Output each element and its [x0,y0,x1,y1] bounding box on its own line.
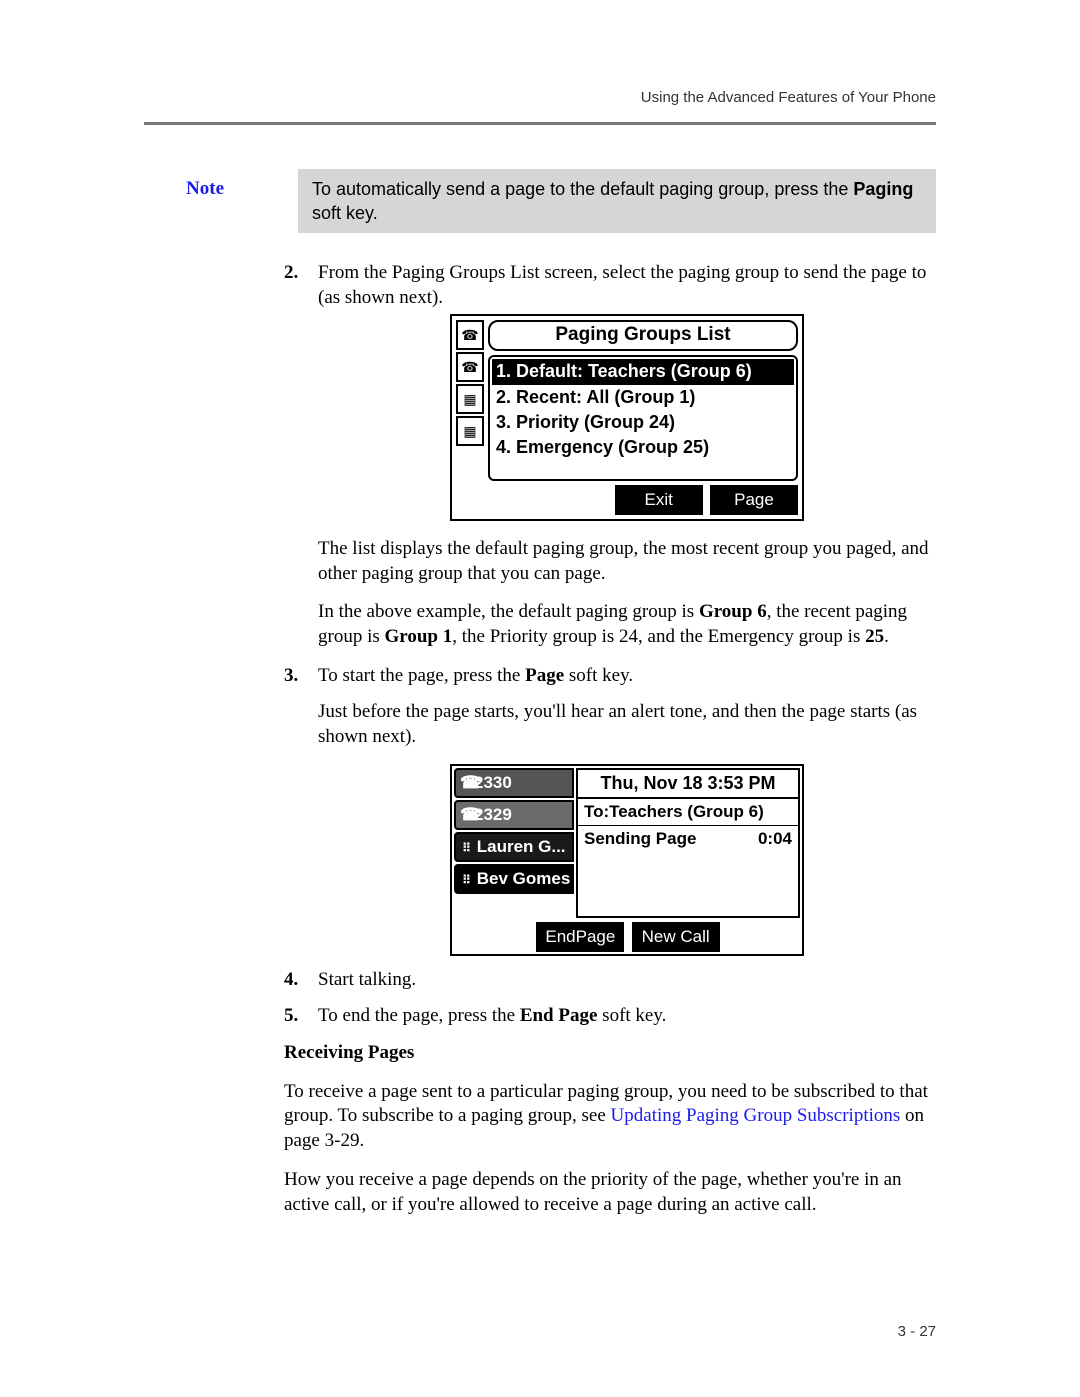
line-tab[interactable]: ☎2329 [454,800,574,830]
note-callout: Note To automatically send a page to the… [224,169,936,234]
screen1-title: Paging Groups List [488,320,798,351]
sending-row: Sending Page 0:04 [578,825,798,850]
clock-bar: Thu, Nov 18 3:53 PM [578,770,798,799]
softkey-endpage[interactable]: EndPage [536,922,624,952]
text-bold: End Page [520,1005,598,1026]
phone-status-icon: ☎ [456,352,484,382]
softkey-page[interactable]: Page [710,485,798,515]
page-number: 3 - 27 [898,1322,936,1342]
elapsed-time: 0:04 [758,828,792,850]
step-number: 3. [284,664,298,689]
list-item[interactable]: 4. Emergency (Group 25) [492,435,794,460]
softkey-newcall[interactable]: New Call [632,922,720,952]
step-5: 5. To end the page, press the End Page s… [284,1004,936,1029]
to-line: To:Teachers (Group 6) [578,799,798,825]
paragraph: In the above example, the default paging… [318,600,936,649]
tab-label: Bev Gomes [477,869,571,888]
document-page: Using the Advanced Features of Your Phon… [0,0,1080,1397]
line-tab[interactable]: ⠿ Lauren G... [454,832,574,862]
text: To start the page, press the [318,665,525,686]
text-bold: Page [525,665,564,686]
note-body: To automatically send a page to the defa… [298,169,936,234]
step-4: 4. Start talking. [284,968,936,993]
phone-screen-sending-page: ☎2330 ☎2329 ⠿ Lauren G... ⠿ Bev Gomes Th… [450,764,804,956]
note-text-post: soft key. [312,203,378,223]
text: soft key. [564,665,633,686]
tab-label: 2330 [474,773,512,792]
subheading-receiving-pages: Receiving Pages [284,1041,936,1066]
phone-screen-paging-groups: ☎ ☎ ▦ ▦ Paging Groups List 1. Default: T… [450,314,804,520]
paragraph: Just before the page starts, you'll hear… [318,700,936,749]
grid-icon: ⠿ [460,841,472,857]
step-3: 3. To start the page, press the Page sof… [284,664,936,956]
paragraph: How you receive a page depends on the pr… [284,1168,936,1217]
grid-icon: ⠿ [460,873,472,889]
text-bold: Group 6 [699,601,767,622]
sending-label: Sending Page [584,828,696,850]
header-rule [144,122,936,125]
running-header: Using the Advanced Features of Your Phon… [144,88,936,108]
text: soft key. [597,1005,666,1026]
line-tab[interactable]: ☎2330 [454,768,574,798]
step-text: To start the page, press the Page soft k… [318,665,633,686]
tab-label: Lauren G... [477,837,566,856]
text: In the above example, the default paging… [318,601,699,622]
note-text-pre: To automatically send a page to the defa… [312,179,853,199]
step-number: 2. [284,261,298,286]
list-item[interactable]: 2. Recent: All (Group 1) [492,385,794,410]
step-number: 5. [284,1004,298,1029]
screen1-list: 1. Default: Teachers (Group 6) 2. Recent… [488,355,798,481]
paragraph: To receive a page sent to a particular p… [284,1080,936,1154]
step-text: From the Paging Groups List screen, sele… [318,262,926,308]
softkey-exit[interactable]: Exit [615,485,703,515]
text: , the Priority group is 24, and the Emer… [452,626,865,647]
link-updating-paging-group-subscriptions[interactable]: Updating Paging Group Subscriptions [611,1105,901,1126]
grid-icon: ▦ [456,416,484,446]
step-number: 4. [284,968,298,993]
phone-status-icon: ☎ [456,320,484,350]
list-item-selected[interactable]: 1. Default: Teachers (Group 6) [492,359,794,384]
grid-icon: ▦ [456,384,484,414]
note-label: Note [144,169,264,210]
step-text: To end the page, press the End Page soft… [318,1005,666,1026]
list-item[interactable]: 3. Priority (Group 24) [492,410,794,435]
text-bold: 25 [865,626,884,647]
paragraph: The list displays the default paging gro… [318,537,936,586]
screen1-icon-column: ☎ ☎ ▦ ▦ [456,320,484,514]
note-text-bold: Paging [853,179,913,199]
line-tab[interactable]: ⠿ Bev Gomes [454,864,574,894]
screen2-sidebar: ☎2330 ☎2329 ⠿ Lauren G... ⠿ Bev Gomes [454,768,574,918]
text-bold: Group 1 [385,626,453,647]
step-text: Start talking. [318,969,416,990]
phone-icon: ☎ [460,804,474,826]
screen2-main: Thu, Nov 18 3:53 PM To:Teachers (Group 6… [576,768,800,918]
tab-label: 2329 [474,805,512,824]
phone-icon: ☎ [460,772,474,794]
text: . [884,626,889,647]
step-2: 2. From the Paging Groups List screen, s… [284,261,936,649]
text: To end the page, press the [318,1005,520,1026]
